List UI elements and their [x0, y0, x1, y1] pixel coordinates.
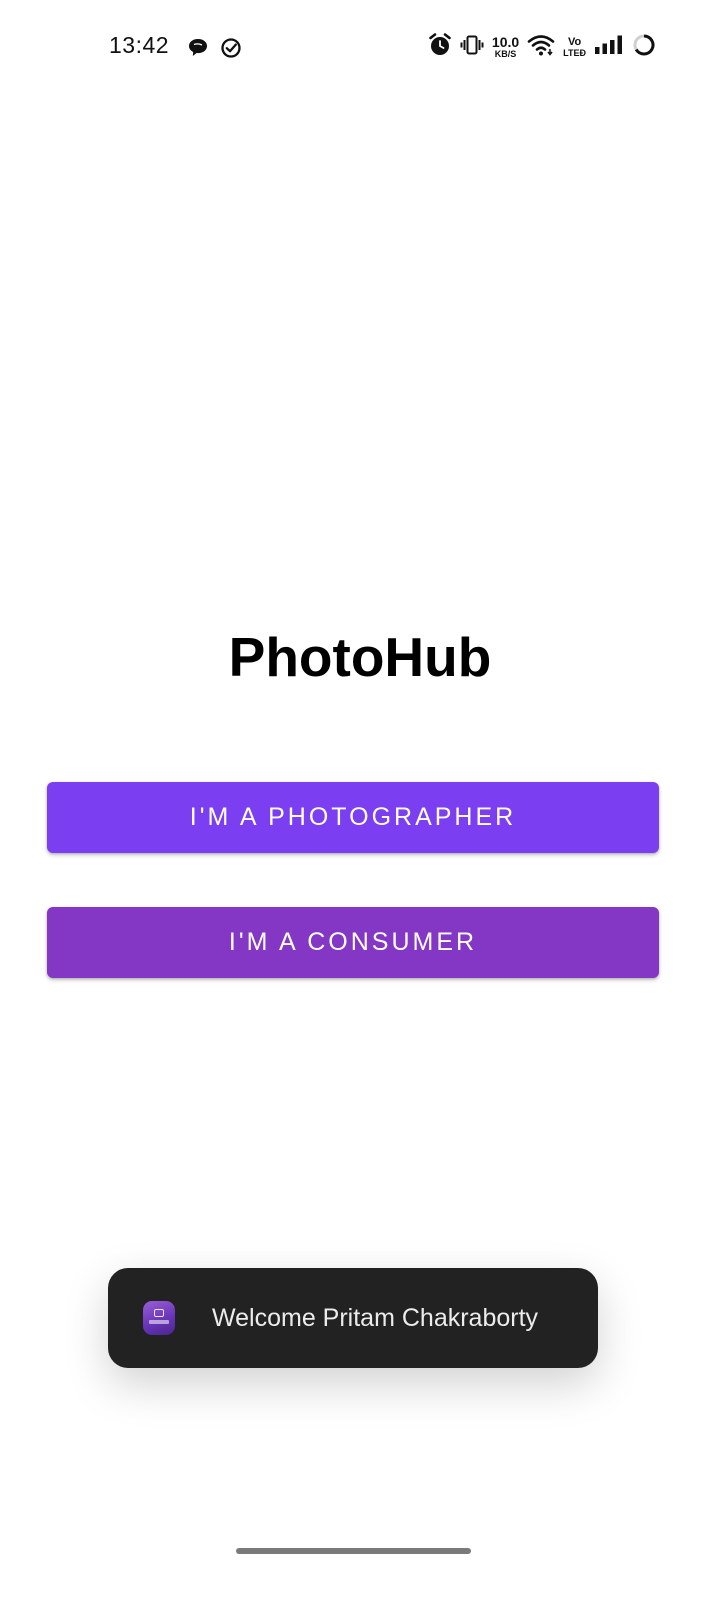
wifi-icon — [527, 33, 555, 62]
signal-icon — [594, 34, 624, 61]
toast-message: Welcome Pritam Chakraborty — [212, 1303, 539, 1332]
status-icons: 10.0 KB/S Vo LTEĐ — [428, 32, 656, 62]
volte-top: Vo — [567, 35, 582, 48]
chat-bubble-icon — [186, 36, 210, 60]
photographer-button[interactable]: I'M A PHOTOGRAPHER — [47, 782, 659, 853]
net-speed-unit: KB/S — [494, 49, 517, 59]
welcome-toast: Welcome Pritam Chakraborty — [108, 1268, 598, 1368]
volte-indicator: Vo LTEĐ — [563, 35, 586, 58]
status-bar: 13:42 10.0 KB/S Vo LTEĐ — [0, 0, 720, 96]
vibrate-icon — [460, 33, 484, 62]
loading-ring-icon — [632, 33, 656, 62]
net-speed-value: 10.0 — [491, 34, 520, 50]
consumer-button[interactable]: I'M A CONSUMER — [47, 907, 659, 978]
net-speed-indicator: 10.0 KB/S — [492, 35, 519, 59]
check-circle-icon — [219, 36, 243, 60]
alarm-icon — [428, 32, 452, 63]
photohub-app-icon — [143, 1301, 175, 1335]
status-time: 13:42 — [109, 32, 170, 58]
gesture-nav-bar[interactable] — [236, 1548, 471, 1554]
app-title: PhotoHub — [228, 626, 492, 688]
volte-bottom: LTEĐ — [563, 47, 586, 58]
